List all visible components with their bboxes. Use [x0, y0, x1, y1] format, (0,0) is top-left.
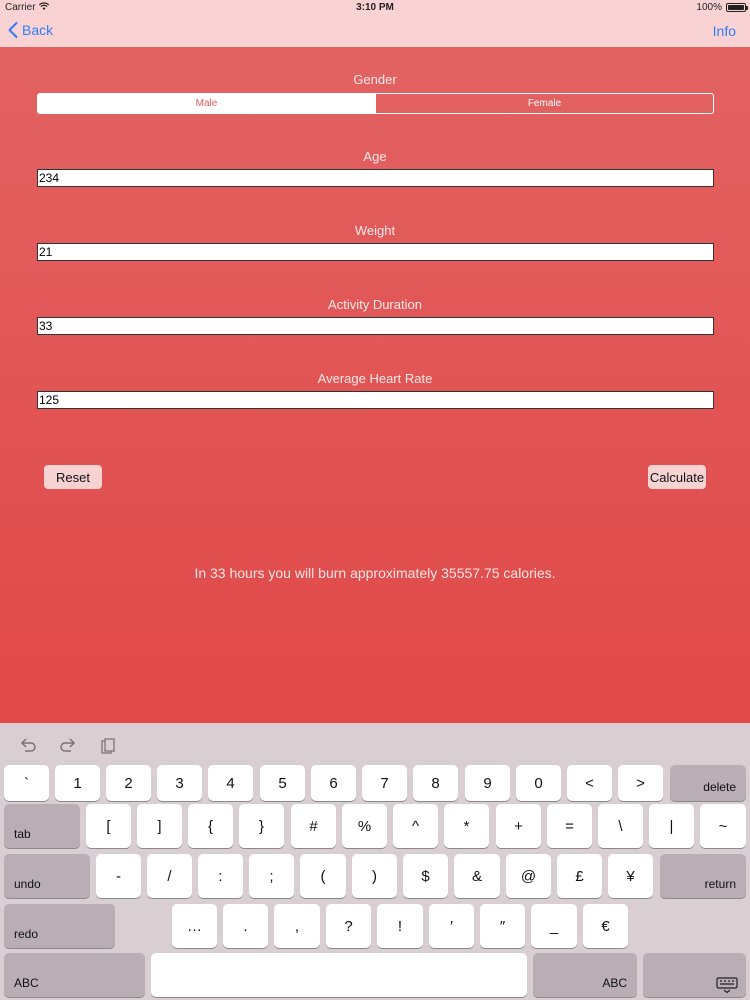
key-right-brace[interactable]: }: [239, 804, 284, 848]
key-prime[interactable]: ′: [429, 904, 474, 948]
heart-rate-label: Average Heart Rate: [317, 371, 433, 386]
heart-rate-input[interactable]: 125: [37, 391, 714, 409]
key-1[interactable]: 1: [55, 765, 100, 801]
gender-option-female[interactable]: Female: [375, 94, 713, 113]
key-return[interactable]: return: [660, 854, 746, 898]
result-text: In 33 hours you will burn approximately …: [194, 565, 556, 581]
key-left-brace[interactable]: {: [188, 804, 233, 848]
key-tab[interactable]: tab: [4, 804, 80, 848]
chevron-left-icon: [8, 22, 18, 38]
calculator-form: Gender Male Female Age 234 Weight 21 Act…: [0, 47, 750, 723]
key-dollar[interactable]: $: [403, 854, 448, 898]
calculate-button[interactable]: Calculate: [648, 465, 706, 489]
key-question[interactable]: ?: [326, 904, 371, 948]
info-button[interactable]: Info: [713, 23, 736, 39]
key-redo[interactable]: redo: [4, 904, 115, 948]
key-left-bracket[interactable]: [: [86, 804, 131, 848]
key-2[interactable]: 2: [106, 765, 151, 801]
key-yen[interactable]: ¥: [608, 854, 653, 898]
key-tilde[interactable]: ~: [700, 804, 746, 848]
age-input[interactable]: 234: [37, 169, 714, 187]
key-colon[interactable]: :: [198, 854, 243, 898]
key-hash[interactable]: #: [291, 804, 336, 848]
activity-duration-input[interactable]: 33: [37, 317, 714, 335]
status-bar: Carrier 3:10 PM 100%: [0, 0, 750, 14]
gender-label: Gender: [353, 72, 397, 87]
battery-icon: [726, 3, 748, 12]
key-euro[interactable]: €: [583, 904, 628, 948]
key-semicolon[interactable]: ;: [249, 854, 294, 898]
redo-arrow-icon[interactable]: [58, 737, 78, 755]
key-plus[interactable]: +: [496, 804, 541, 848]
key-exclamation[interactable]: !: [377, 904, 423, 948]
key-pound[interactable]: £: [557, 854, 602, 898]
navigation-bar: Back Info: [0, 14, 750, 47]
keyboard-dismiss-icon: [716, 977, 738, 993]
clipboard-icon[interactable]: [98, 737, 118, 755]
key-percent[interactable]: %: [342, 804, 387, 848]
key-at[interactable]: @: [506, 854, 551, 898]
gender-segmented-control[interactable]: Male Female: [37, 93, 714, 114]
key-greater-than[interactable]: >: [618, 765, 663, 801]
key-slash[interactable]: /: [147, 854, 192, 898]
weight-input[interactable]: 21: [37, 243, 714, 261]
key-hyphen[interactable]: -: [96, 854, 141, 898]
key-ellipsis[interactable]: …: [172, 904, 217, 948]
back-button[interactable]: Back: [8, 22, 53, 38]
key-space[interactable]: [151, 953, 527, 997]
key-less-than[interactable]: <: [567, 765, 612, 801]
key-comma[interactable]: ,: [274, 904, 320, 948]
key-right-bracket[interactable]: ]: [137, 804, 182, 848]
age-label: Age: [363, 149, 387, 164]
clock: 3:10 PM: [356, 2, 394, 13]
key-pipe[interactable]: |: [649, 804, 694, 848]
key-caret[interactable]: ^: [393, 804, 438, 848]
key-dismiss-keyboard[interactable]: [643, 953, 746, 997]
key-3[interactable]: 3: [157, 765, 202, 801]
undo-arrow-icon[interactable]: [18, 737, 38, 755]
key-4[interactable]: 4: [208, 765, 253, 801]
key-9[interactable]: 9: [465, 765, 510, 801]
key-delete[interactable]: delete: [670, 765, 746, 801]
key-backtick[interactable]: `: [4, 765, 49, 801]
key-right-paren[interactable]: ): [352, 854, 397, 898]
weight-label: Weight: [354, 223, 396, 238]
key-asterisk[interactable]: *: [444, 804, 489, 848]
key-undo[interactable]: undo: [4, 854, 90, 898]
key-backslash[interactable]: \: [598, 804, 643, 848]
key-equals[interactable]: =: [547, 804, 592, 848]
keyboard: ` 1 2 3 4 5 6 7 8 9 0 < > delete tab [ ]…: [0, 723, 750, 1000]
key-6[interactable]: 6: [311, 765, 356, 801]
key-period[interactable]: .: [223, 904, 268, 948]
key-abc-right[interactable]: ABC: [533, 953, 637, 997]
reset-button[interactable]: Reset: [44, 465, 102, 489]
key-underscore[interactable]: _: [531, 904, 577, 948]
key-double-prime[interactable]: ″: [480, 904, 525, 948]
battery-percent: 100%: [696, 2, 722, 13]
key-8[interactable]: 8: [413, 765, 458, 801]
key-5[interactable]: 5: [260, 765, 305, 801]
key-ampersand[interactable]: &: [454, 854, 500, 898]
key-left-paren[interactable]: (: [300, 854, 346, 898]
key-0[interactable]: 0: [516, 765, 561, 801]
key-abc-left[interactable]: ABC: [4, 953, 145, 997]
back-label: Back: [22, 22, 54, 38]
activity-duration-label: Activity Duration: [328, 297, 422, 312]
key-7[interactable]: 7: [362, 765, 407, 801]
gender-option-male[interactable]: Male: [38, 94, 375, 113]
